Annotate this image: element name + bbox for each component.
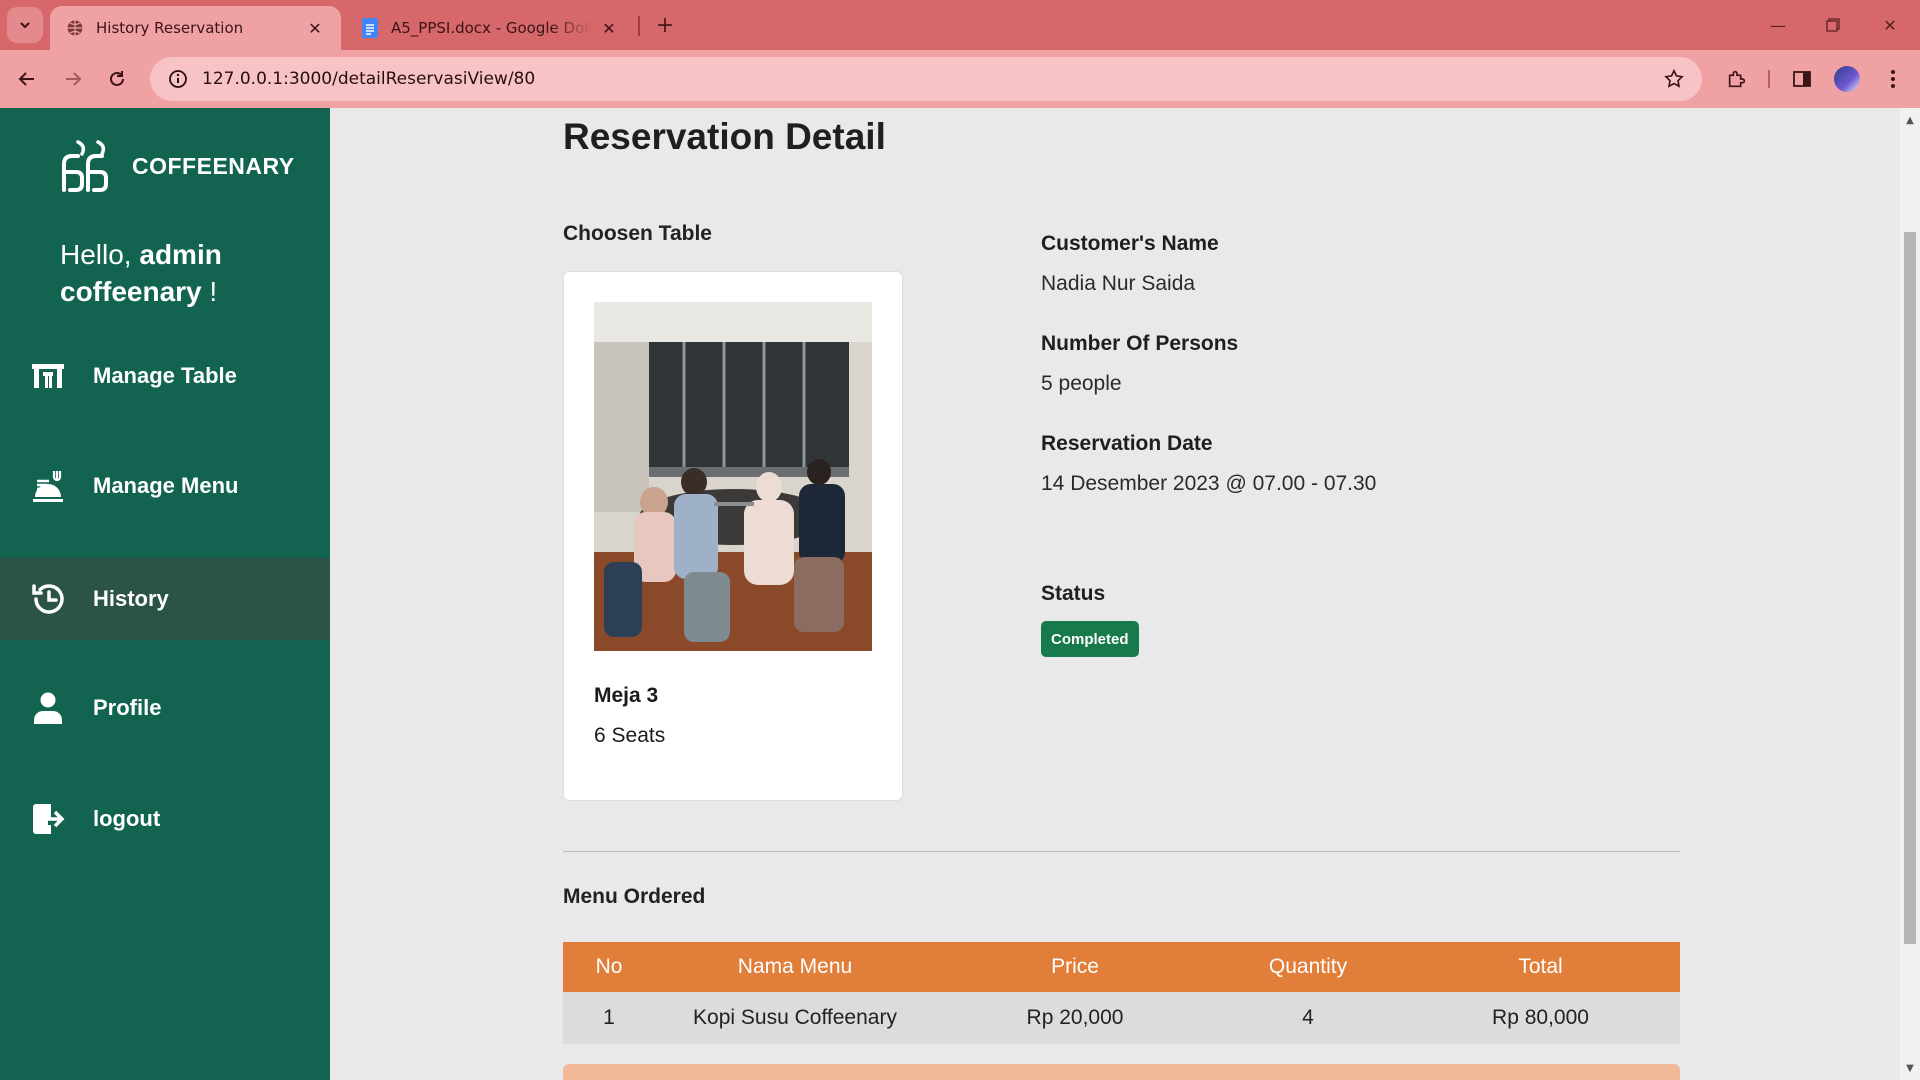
logout-icon (30, 801, 66, 837)
brand[interactable]: COFFEENARY (58, 138, 295, 194)
menu-ordered-label: Menu Ordered (563, 885, 706, 908)
user-icon (30, 690, 66, 726)
tab-title: A5_PPSI.docx - Google Dokumen (391, 19, 591, 37)
sidebar: COFFEENARY Hello, admin coffeenary ! Man… (0, 108, 330, 1080)
table-cell: Rp 20,000 (935, 992, 1215, 1044)
sidebar-item-label: logout (93, 806, 161, 831)
restore-icon (1826, 18, 1840, 32)
reservation-date-value: 14 Desember 2023 @ 07.00 - 07.30 (1041, 472, 1377, 495)
minimize-icon: — (1770, 15, 1786, 35)
food-tray-icon (30, 468, 66, 504)
table-name: Meja 3 (594, 684, 659, 707)
column-header: No (563, 942, 655, 992)
table-header-row: No Nama Menu Price Quantity Total (563, 942, 1680, 992)
status-label: Status (1041, 582, 1106, 605)
sidebar-item-manage-menu[interactable]: Manage Menu (0, 445, 330, 527)
history-icon (30, 581, 66, 617)
site-info-icon[interactable] (156, 57, 200, 101)
tab-separator (638, 16, 640, 36)
main-content: Reservation Detail Choosen Table Meja 3 … (330, 108, 1900, 1080)
globe-icon (66, 19, 84, 37)
profile-avatar-button[interactable] (1832, 64, 1862, 94)
coffeenary-logo (62, 140, 108, 192)
sidebar-item-label: Manage Table (93, 363, 237, 388)
reload-icon (110, 71, 124, 86)
greeting-prefix: Hello, (60, 239, 140, 270)
tab-title: History Reservation (96, 19, 244, 37)
table-row: 1 Kopi Susu Coffeenary Rp 20,000 4 Rp 80… (563, 992, 1680, 1044)
toolbar-divider (1768, 70, 1770, 88)
table-seats: 6 Seats (594, 724, 666, 747)
sidebar-item-logout[interactable]: logout (0, 778, 330, 860)
tab-search-button[interactable] (7, 7, 43, 43)
greeting: Hello, admin coffeenary ! (60, 236, 300, 310)
column-header: Total (1401, 942, 1680, 992)
customer-name-value: Nadia Nur Saida (1041, 272, 1196, 295)
puzzle-icon (1728, 70, 1746, 88)
sidebar-item-profile[interactable]: Profile (0, 667, 330, 749)
browser-toolbar: 127.0.0.1:3000/detailReservasiView/80 (0, 50, 1920, 108)
side-panel-button[interactable] (1787, 64, 1817, 94)
scroll-down-arrow[interactable]: ▼ (1904, 1062, 1916, 1074)
sidebar-item-history[interactable]: History (0, 558, 330, 640)
menu-ordered-table: No Nama Menu Price Quantity Total 1 Kopi… (563, 942, 1680, 1044)
scrollbar-thumb[interactable] (1904, 232, 1916, 944)
docs-icon (361, 18, 379, 38)
sidebar-item-label: History (93, 586, 169, 611)
close-icon[interactable]: ✕ (599, 18, 619, 38)
plus-icon: + (655, 12, 675, 38)
table-icon (30, 358, 66, 394)
side-panel-icon (1793, 71, 1811, 87)
table-cell: 1 (563, 992, 655, 1044)
number-of-persons-value: 5 people (1041, 372, 1122, 395)
browser-tab-history-reservation[interactable]: History Reservation ✕ (50, 6, 341, 50)
sidebar-item-label: Profile (93, 695, 162, 720)
sidebar-item-label: Manage Menu (93, 473, 239, 498)
minimize-button[interactable]: — (1758, 8, 1798, 42)
section-divider (563, 851, 1680, 852)
reservation-date-label: Reservation Date (1041, 432, 1213, 455)
forward-button[interactable] (56, 62, 90, 96)
star-icon[interactable] (1662, 67, 1686, 91)
chosen-table-card: Meja 3 6 Seats (563, 271, 903, 801)
page-title: Reservation Detail (563, 116, 886, 157)
table-photo (594, 302, 872, 651)
reload-button[interactable] (100, 62, 134, 96)
browser-tabstrip: History Reservation ✕ A5_PPSI.docx - Goo… (0, 0, 1920, 50)
avatar (1834, 66, 1860, 92)
column-header: Price (935, 942, 1215, 992)
close-window-button[interactable]: ✕ (1870, 8, 1910, 42)
browser-menu-button[interactable] (1878, 64, 1908, 94)
table-cell: 4 (1215, 992, 1401, 1044)
table-cell: Kopi Susu Coffeenary (655, 992, 935, 1044)
close-icon: ✕ (1883, 15, 1897, 35)
sidebar-item-manage-table[interactable]: Manage Table (0, 335, 330, 417)
table-footer-bar (563, 1064, 1680, 1080)
column-header: Nama Menu (655, 942, 935, 992)
address-bar[interactable]: 127.0.0.1:3000/detailReservasiView/80 (150, 57, 1702, 101)
browser-tab-google-docs[interactable]: A5_PPSI.docx - Google Dokumen ✕ (345, 6, 635, 50)
customer-name-label: Customer's Name (1041, 232, 1219, 255)
new-tab-button[interactable]: + (650, 10, 680, 40)
close-icon[interactable]: ✕ (305, 18, 325, 38)
kebab-menu-icon (1891, 70, 1895, 88)
status-badge: Completed (1041, 621, 1139, 657)
column-header: Quantity (1215, 942, 1401, 992)
scroll-up-arrow[interactable]: ▲ (1904, 114, 1916, 126)
brand-name: COFFEENARY (132, 152, 295, 179)
number-of-persons-label: Number Of Persons (1041, 332, 1239, 355)
chevron-down-icon (20, 22, 30, 29)
arrow-left-icon (18, 72, 34, 86)
restore-button[interactable] (1813, 8, 1853, 42)
arrow-right-icon (66, 72, 82, 86)
url-text: 127.0.0.1:3000/detailReservasiView/80 (202, 69, 536, 89)
table-cell: Rp 80,000 (1401, 992, 1680, 1044)
chosen-table-label: Choosen Table (563, 222, 712, 245)
extensions-button[interactable] (1722, 64, 1752, 94)
greeting-suffix: ! (201, 276, 218, 307)
back-button[interactable] (10, 62, 44, 96)
